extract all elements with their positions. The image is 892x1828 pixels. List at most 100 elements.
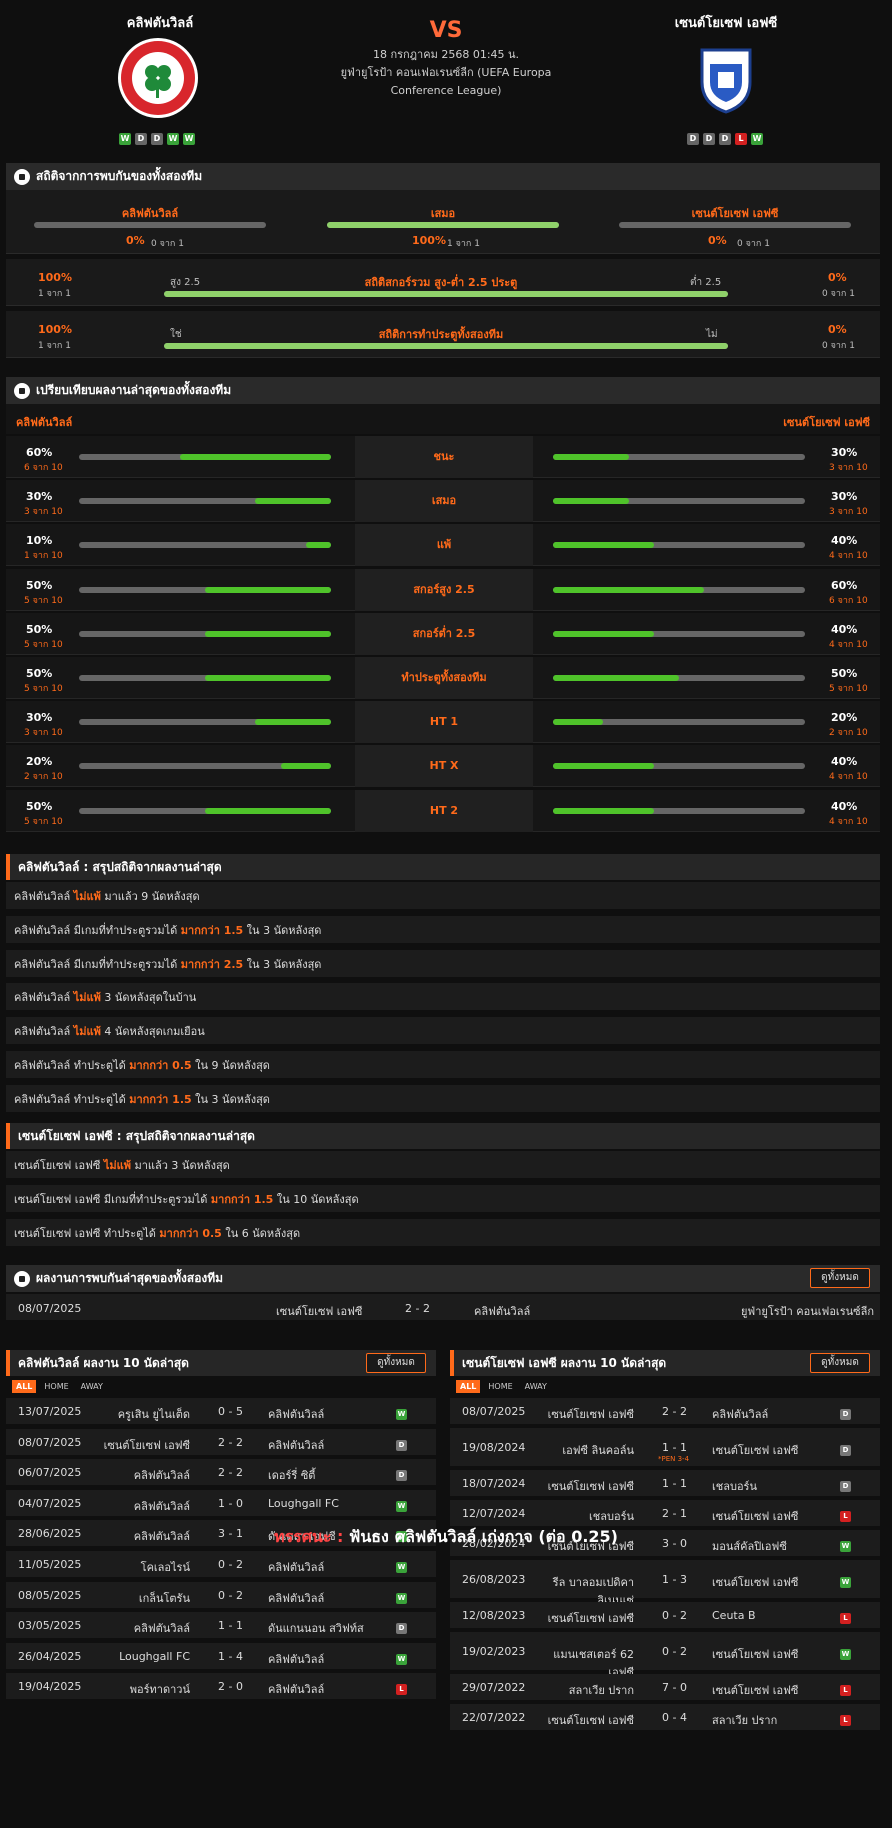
match-row[interactable]: 19/08/2024 เอฟซี ลินคอล์น 1 - 1 *PEN 3-4 เซน… bbox=[450, 1428, 880, 1468]
compare-team-row: คลิฟตันวิลล์ เซนต์โยเซฟ เอฟซี bbox=[6, 404, 880, 434]
match-away-team[interactable]: Ceuta B bbox=[712, 1609, 756, 1622]
away-last10-view-all-button[interactable]: ดูทั้งหมด bbox=[810, 1353, 870, 1373]
match-row[interactable]: 26/08/2023 รีล บาลอมเปดิคา ลิเนนเซ่ 1 - 3เ… bbox=[450, 1560, 880, 1607]
match-away-team[interactable]: เซนต์โยเซฟ เอฟซี bbox=[712, 1507, 798, 1525]
match-home-team[interactable]: เซนต์โยเซฟ เอฟซี bbox=[548, 1405, 634, 1423]
match-away-team[interactable]: เซนต์โยเซฟ เอฟซี bbox=[712, 1645, 798, 1663]
match-away-team[interactable]: คลิฟตันวิลล์ bbox=[268, 1680, 324, 1698]
match-away-team[interactable]: เซนต์โยเซฟ เอฟซี bbox=[712, 1441, 798, 1459]
match-date: 12/08/2023 bbox=[462, 1609, 526, 1622]
match-row[interactable]: 08/07/2025 เซนต์โยเซฟ เอฟซี 2 - 2 คลิฟตันวิ… bbox=[6, 1428, 436, 1457]
recent-h2h-away[interactable]: คลิฟตันวิลล์ bbox=[474, 1302, 530, 1320]
match-row[interactable]: 26/04/2025 Loughgall FC 1 - 4 คลิฟตันวิลล์ W bbox=[6, 1642, 436, 1671]
tab-away[interactable]: AWAY bbox=[521, 1380, 551, 1393]
away-last10-tabs: ALL HOME AWAY bbox=[456, 1380, 551, 1393]
match-away-team[interactable]: คลิฟตันวิลล์ bbox=[268, 1405, 324, 1423]
compare-away-bar-fill bbox=[553, 719, 604, 726]
match-home-team[interactable]: คลิฟตันวิลล์ bbox=[134, 1497, 190, 1515]
match-away-team[interactable]: คลิฟตันวิลล์ bbox=[268, 1436, 324, 1454]
match-home-team[interactable]: เอฟซี ลินคอล์น bbox=[562, 1441, 634, 1459]
match-row[interactable]: 12/07/2024 เชลบอร์น 2 - 1 เซนต์โยเซฟ เอฟซี L bbox=[450, 1500, 880, 1528]
match-away-team[interactable]: คลิฟตันวิลล์ bbox=[268, 1650, 324, 1668]
match-row[interactable]: 18/07/2024 เซนต์โยเซฟ เอฟซี 1 - 1 เชลบอร์น D bbox=[450, 1470, 880, 1498]
summary-highlight: มากกว่า 0.5 bbox=[129, 1059, 192, 1072]
match-date: 22/07/2022 bbox=[462, 1711, 526, 1724]
match-away-team[interactable]: Loughgall FC bbox=[268, 1497, 339, 1510]
tab-home[interactable]: HOME bbox=[40, 1380, 72, 1393]
tab-all[interactable]: ALL bbox=[456, 1380, 481, 1393]
match-row[interactable]: 13/07/2025 ครูเสิน ยูไนเต็ด 0 - 5 คลิฟตันวิ… bbox=[6, 1398, 436, 1426]
match-away-team[interactable]: สลาเวีย ปราก bbox=[712, 1711, 777, 1729]
summary-text: เซนต์โยเซฟ เอฟซี มีเกมที่ทำประตูรวมได้ bbox=[14, 1192, 211, 1206]
match-home-team[interactable]: เซนต์โยเซฟ เอฟซี bbox=[548, 1711, 634, 1729]
match-score: 1 - 4 bbox=[218, 1649, 243, 1663]
match-row[interactable]: 12/08/2023 เซนต์โยเซฟ เอฟซี 0 - 2 Ceuta B L bbox=[450, 1602, 880, 1630]
match-home-team[interactable]: เกล็นโตรัน bbox=[139, 1589, 190, 1607]
match-away-team[interactable]: คลิฟตันวิลล์ bbox=[268, 1589, 324, 1607]
home-team-logo[interactable] bbox=[116, 36, 200, 120]
match-home-team[interactable]: เซนต์โยเซฟ เอฟซี bbox=[548, 1609, 634, 1627]
match-home-team[interactable]: ครูเสิน ยูไนเต็ด bbox=[118, 1405, 190, 1423]
compare-away-sub: 6 จาก 10 bbox=[829, 595, 868, 606]
match-row[interactable]: 03/05/2025 คลิฟตันวิลล์ 1 - 1 ดันแกนนอน สวิ… bbox=[6, 1612, 436, 1641]
compare-home-sub: 1 จาก 10 bbox=[24, 551, 63, 562]
match-home-team[interactable]: คลิฟตันวิลล์ bbox=[134, 1466, 190, 1484]
match-row[interactable]: 08/07/2025 เซนต์โยเซฟ เอฟซี 2 - 2 คลิฟตันวิ… bbox=[450, 1398, 880, 1426]
match-home-team[interactable]: คลิฟตันวิลล์ bbox=[134, 1619, 190, 1637]
match-date: 18/07/2024 bbox=[462, 1477, 526, 1490]
match-header: คลิฟตันวิลล์ VS 18 กรกฎาคม 2568 01:45 น.… bbox=[0, 0, 892, 160]
match-home-team[interactable]: เซนต์โยเซฟ เอฟซี bbox=[548, 1477, 634, 1495]
compare-home-bar-fill bbox=[305, 542, 331, 549]
match-home-team[interactable]: พอร์ทาดาวน์ bbox=[130, 1680, 190, 1698]
tab-away[interactable]: AWAY bbox=[77, 1380, 107, 1393]
recent-h2h-home[interactable]: เซนต์โยเซฟ เอฟซี bbox=[276, 1302, 362, 1320]
result-badge: W bbox=[396, 1409, 407, 1420]
match-away-team[interactable]: คลิฟตันวิลล์ bbox=[268, 1558, 324, 1576]
recent-h2h-view-all-button[interactable]: ดูทั้งหมด bbox=[810, 1268, 870, 1288]
match-row[interactable]: 06/07/2025 คลิฟตันวิลล์ 2 - 2 เดอร์รี่ ซิตี… bbox=[6, 1459, 436, 1488]
away-team-name[interactable]: เซนต์โยเซฟ เอฟซี bbox=[626, 12, 826, 33]
match-row[interactable]: 22/07/2022 เซนต์โยเซฟ เอฟซี 0 - 4 สลาเวีย ป… bbox=[450, 1704, 880, 1732]
match-row[interactable]: 08/05/2025 เกล็นโตรัน 0 - 2 คลิฟตันวิลล์ W bbox=[6, 1581, 436, 1610]
match-row[interactable]: 11/05/2025 โคเลอไรน์ 0 - 2 คลิฟตันวิลล์ W bbox=[6, 1551, 436, 1579]
home-team-name[interactable]: คลิฟตันวิลล์ bbox=[60, 12, 260, 33]
match-row[interactable]: 29/07/2022 สลาเวีย ปราก 7 - 0 เซนต์โยเซฟ เอ… bbox=[450, 1674, 880, 1702]
match-row[interactable]: 04/07/2025 คลิฟตันวิลล์ 1 - 0 Loughgall FC W bbox=[6, 1489, 436, 1518]
match-away-team[interactable]: คลิฟตันวิลล์ bbox=[712, 1405, 768, 1423]
recent-h2h-league[interactable]: ยูฟ่ายูโรป้า คอนเฟอเรนซ์ลีก bbox=[741, 1302, 874, 1320]
compare-home-bar-fill bbox=[205, 586, 331, 593]
home-last10-view-all-button[interactable]: ดูทั้งหมด bbox=[366, 1353, 426, 1373]
away-team-logo[interactable] bbox=[696, 42, 756, 114]
compare-home-pct: 30% bbox=[26, 490, 53, 504]
result-badge: D bbox=[396, 1439, 407, 1451]
match-home-team[interactable]: โคเลอไรน์ bbox=[141, 1558, 190, 1576]
compare-label: HT 2 bbox=[355, 789, 533, 832]
match-home-team[interactable]: เชลบอร์น bbox=[589, 1507, 634, 1525]
recent-h2h-row[interactable]: 08/07/2025 เซนต์โยเซฟ เอฟซี 2 - 2 คลิฟตั… bbox=[6, 1294, 880, 1322]
result-badge: L bbox=[840, 1511, 851, 1522]
match-home-team[interactable]: เซนต์โยเซฟ เอฟซี bbox=[104, 1436, 190, 1454]
tab-all[interactable]: ALL bbox=[12, 1380, 37, 1393]
btts-right-sub: 0 จาก 1 bbox=[822, 341, 855, 351]
h2h-away-pct: 0% bbox=[708, 234, 727, 247]
match-score: 0 - 2 bbox=[662, 1645, 687, 1658]
match-date: 06/07/2025 bbox=[18, 1466, 82, 1480]
summary-text: ใน 9 นัดหลังสุด bbox=[191, 1059, 270, 1072]
match-away-team[interactable]: เชลบอร์น bbox=[712, 1477, 757, 1495]
tab-home[interactable]: HOME bbox=[484, 1380, 516, 1393]
match-away-team[interactable]: เดอร์รี่ ซิตี้ bbox=[268, 1466, 315, 1484]
match-home-team[interactable]: Loughgall FC bbox=[119, 1650, 190, 1663]
match-row[interactable]: 19/04/2025 พอร์ทาดาวน์ 2 - 0 คลิฟตันวิลล์ L bbox=[6, 1673, 436, 1702]
compare-title: เปรียบเทียบผลงานล่าสุดของทั้งสองทีม bbox=[36, 383, 232, 397]
match-row[interactable]: 19/02/2023 แมนเชสเตอร์ 62 เอฟซี 0 - 2 เซนต์… bbox=[450, 1632, 880, 1679]
compare-label: แพ้ bbox=[355, 524, 533, 567]
summary-text: 3 นัดหลังสุดในบ้าน bbox=[100, 991, 197, 1005]
compare-home-pct: 10% bbox=[26, 534, 53, 548]
match-away-team[interactable]: ดันแกนนอน สวิฟท์ส bbox=[268, 1619, 364, 1637]
h2h-home-label: คลิฟตันวิลล์ bbox=[121, 207, 179, 220]
h2h-away-bar bbox=[619, 222, 851, 228]
match-away-team[interactable]: เซนต์โยเซฟ เอฟซี bbox=[712, 1573, 798, 1591]
match-score: 2 - 2 bbox=[662, 1405, 687, 1418]
match-home-team[interactable]: สลาเวีย ปราก bbox=[569, 1681, 634, 1699]
match-away-team[interactable]: เซนต์โยเซฟ เอฟซี bbox=[712, 1681, 798, 1699]
